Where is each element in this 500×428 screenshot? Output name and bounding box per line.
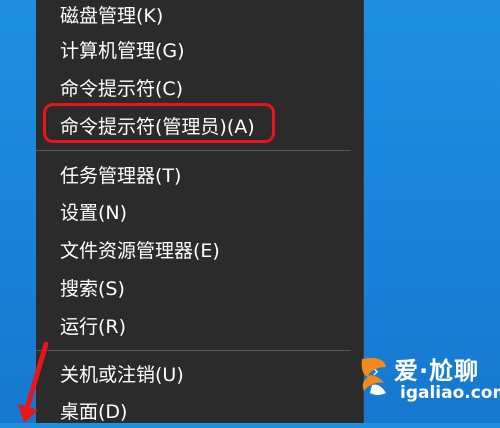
menu-separator: [36, 350, 351, 351]
watermark-logo-icon: [361, 358, 386, 395]
menu-item-search[interactable]: 搜索(S): [60, 273, 125, 305]
menu-item-file-explorer[interactable]: 文件资源管理器(E): [60, 235, 220, 267]
watermark-subtitle: igaliao.com: [400, 383, 500, 403]
menu-item-task-manager[interactable]: 任务管理器(T): [60, 160, 181, 192]
menu-item-desktop[interactable]: 桌面(D): [60, 396, 127, 428]
menu-item-shutdown-signout[interactable]: 关机或注销(U): [60, 359, 184, 391]
watermark-title: 爱·尬聊: [394, 357, 480, 385]
context-menu: 磁盘管理(K) 计算机管理(G) 命令提示符(C) 命令提示符(管理员)(A) …: [36, 0, 379, 423]
menu-item-command-prompt[interactable]: 命令提示符(C): [60, 73, 183, 105]
menu-item-disk-management[interactable]: 磁盘管理(K): [60, 0, 163, 32]
menu-separator: [36, 150, 351, 151]
menu-item-run[interactable]: 运行(R): [60, 311, 126, 343]
red-arrow-icon: [18, 342, 49, 423]
menu-item-computer-management[interactable]: 计算机管理(G): [60, 35, 185, 67]
menu-item-settings[interactable]: 设置(N): [60, 197, 127, 229]
watermark: 爱·尬聊 igaliao.com: [348, 343, 500, 413]
menu-item-command-prompt-admin[interactable]: 命令提示符(管理员)(A): [60, 111, 255, 143]
